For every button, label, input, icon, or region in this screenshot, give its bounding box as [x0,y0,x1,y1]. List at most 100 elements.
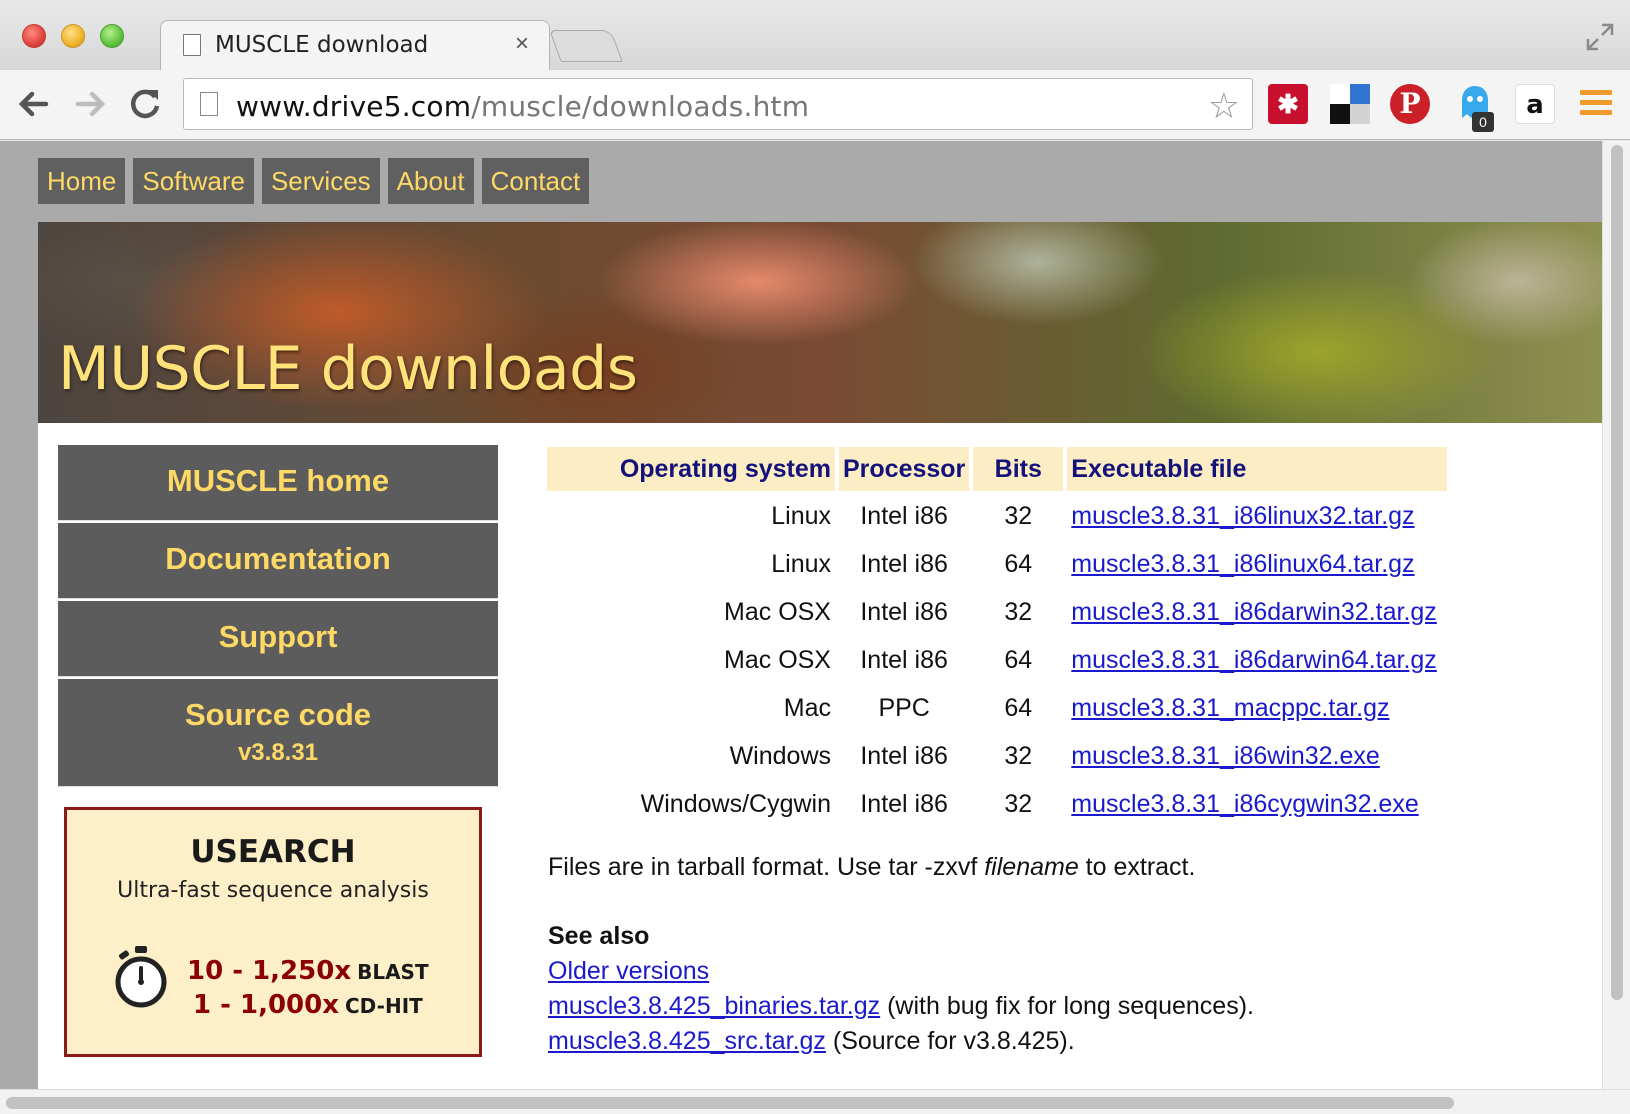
usearch-cdhit-row: 1 - 1,000x CD-HIT [193,990,423,1020]
vertical-scrollbar[interactable] [1602,141,1630,1089]
usearch-blast-row: 10 - 1,250x BLAST [187,956,429,986]
nav-contact-link[interactable]: Contact [481,158,590,204]
downloads-table: Operating system Processor Bits Executab… [543,445,1451,829]
ghostery-count-badge: 0 [1472,112,1494,132]
header-bits: Bits [973,447,1064,491]
horizontal-scrollbar[interactable] [0,1089,1630,1114]
nav-services-link[interactable]: Services [261,158,380,204]
stopwatch-icon [113,946,169,1008]
download-link[interactable]: muscle3.8.31_i86win32.exe [1071,742,1380,770]
cell-bits: 32 [1004,501,1033,530]
horizontal-scrollbar-thumb[interactable] [6,1097,1454,1109]
header-executable-file: Executable file [1067,447,1448,491]
cell-processor: PPC [878,693,930,722]
back-arrow-icon[interactable] [12,82,56,126]
fullscreen-icon[interactable] [1585,22,1615,52]
delicious-extension-icon[interactable] [1330,84,1370,124]
bookmark-star-icon[interactable]: ☆ [1208,85,1240,127]
table-row: Windows/Cygwin Intel i86 32 muscle3.8.31… [547,781,1447,827]
nav-software-link[interactable]: Software [133,158,254,204]
cell-file: muscle3.8.31_i86linux32.tar.gz [1067,493,1447,539]
window-minimize-button[interactable] [61,24,85,48]
cell-processor: Intel i86 [860,789,948,818]
side-menu-support[interactable]: Support [58,601,498,677]
download-link[interactable]: muscle3.8.31_i86darwin64.tar.gz [1071,646,1437,674]
note-text-after: to extract. [1078,853,1196,881]
window-maximize-button[interactable] [100,24,124,48]
nav-about-link[interactable]: About [387,158,474,204]
older-versions-link[interactable]: Older versions [548,957,709,985]
cell-bits: 64 [1004,549,1033,578]
cell-processor: Intel i86 [860,549,948,578]
amazon-extension-icon[interactable]: a [1515,84,1555,124]
cell-bits: 32 [1004,597,1033,626]
cell-bits: 64 [1004,645,1033,674]
nav-home-link[interactable]: Home [38,158,126,204]
source-code-label: Source code [184,697,372,732]
page-viewport: Home Software Services About Contact MUS… [0,141,1630,1114]
binaries-download-link[interactable]: muscle3.8.425_binaries.tar.gz [548,992,880,1020]
main-content: MUSCLE home Documentation Support Source… [38,423,1602,1093]
table-row: Mac PPC 64 muscle3.8.31_macppc.tar.gz [547,685,1447,731]
cell-file: muscle3.8.31_i86win32.exe [1067,733,1447,779]
forward-arrow-icon[interactable] [68,82,112,126]
usearch-title: USEARCH [190,834,356,870]
cell-file: muscle3.8.31_i86darwin64.tar.gz [1067,637,1447,683]
cell-file: muscle3.8.31_i86linux64.tar.gz [1067,541,1447,587]
cell-file: muscle3.8.31_macppc.tar.gz [1067,685,1447,731]
source-note: (Source for v3.8.425). [825,1027,1075,1055]
cell-file: muscle3.8.31_i86darwin32.tar.gz [1067,589,1447,635]
download-link[interactable]: muscle3.8.31_i86linux64.tar.gz [1071,550,1414,578]
table-row: Mac OSX Intel i86 64 muscle3.8.31_i86dar… [547,637,1447,683]
usearch-subtitle: Ultra-fast sequence analysis [117,878,429,903]
page-icon [183,34,201,56]
address-bar[interactable]: www.drive5.com/muscle/downloads.htm ☆ [183,78,1253,130]
page-banner: MUSCLE downloads [38,222,1602,423]
tab-close-icon[interactable]: × [515,30,529,58]
cell-os: Linux [771,549,831,578]
side-menu: MUSCLE home Documentation Support Source… [58,445,498,789]
usearch-ad-banner[interactable]: USEARCH Ultra-fast sequence analysis 10 … [64,807,482,1057]
usearch-blast-speed: 10 - 1,250x [187,956,352,986]
note-text-before: Files are in tarball format. Use tar -zx… [548,853,985,881]
new-tab-button[interactable] [549,30,623,62]
cell-os: Windows/Cygwin [640,789,831,818]
vertical-scrollbar-thumb[interactable] [1611,145,1623,1000]
side-menu-documentation[interactable]: Documentation [58,523,498,599]
header-operating-system: Operating system [547,447,835,491]
usearch-cdhit-label: CD-HIT [345,994,423,1018]
cell-file: muscle3.8.31_i86cygwin32.exe [1067,781,1447,827]
window-close-button[interactable] [22,24,46,48]
table-row: Mac OSX Intel i86 32 muscle3.8.31_i86dar… [547,589,1447,635]
cell-os: Mac OSX [724,645,831,674]
side-menu-muscle-home[interactable]: MUSCLE home [58,445,498,521]
binaries-line: muscle3.8.425_binaries.tar.gz (with bug … [548,992,1254,1021]
download-link[interactable]: muscle3.8.31_i86darwin32.tar.gz [1071,598,1437,626]
cell-processor: Intel i86 [860,741,948,770]
header-processor: Processor [839,447,970,491]
browser-tab-active[interactable]: MUSCLE download × [160,20,550,72]
usearch-blast-label: BLAST [357,960,429,984]
download-link[interactable]: muscle3.8.31_i86linux32.tar.gz [1071,502,1414,530]
table-row: Windows Intel i86 32 muscle3.8.31_i86win… [547,733,1447,779]
usearch-cdhit-speed: 1 - 1,000x [193,990,339,1020]
download-link[interactable]: muscle3.8.31_i86cygwin32.exe [1071,790,1418,818]
source-download-link[interactable]: muscle3.8.425_src.tar.gz [548,1027,826,1055]
pinterest-extension-icon[interactable]: P [1390,84,1430,124]
downloads-table-header: Operating system Processor Bits Executab… [547,447,1448,491]
older-versions-line: Older versions [548,957,709,986]
address-url[interactable]: www.drive5.com/muscle/downloads.htm [236,90,809,123]
cell-processor: Intel i86 [860,597,948,626]
cell-bits: 32 [1004,741,1033,770]
cell-os: Mac OSX [724,597,831,626]
see-also-heading: See also [548,922,650,950]
cell-bits: 32 [1004,789,1033,818]
browser-menu-icon[interactable] [1580,90,1612,120]
side-menu-source-code[interactable]: Source code v3.8.31 [58,679,498,787]
download-link[interactable]: muscle3.8.31_macppc.tar.gz [1071,694,1389,722]
browser-toolbar: www.drive5.com/muscle/downloads.htm ☆ ✱ … [0,70,1630,140]
lastpass-extension-icon[interactable]: ✱ [1268,84,1308,124]
reload-icon[interactable] [124,82,168,126]
cell-processor: Intel i86 [860,501,948,530]
tab-title: MUSCLE download [215,32,429,58]
